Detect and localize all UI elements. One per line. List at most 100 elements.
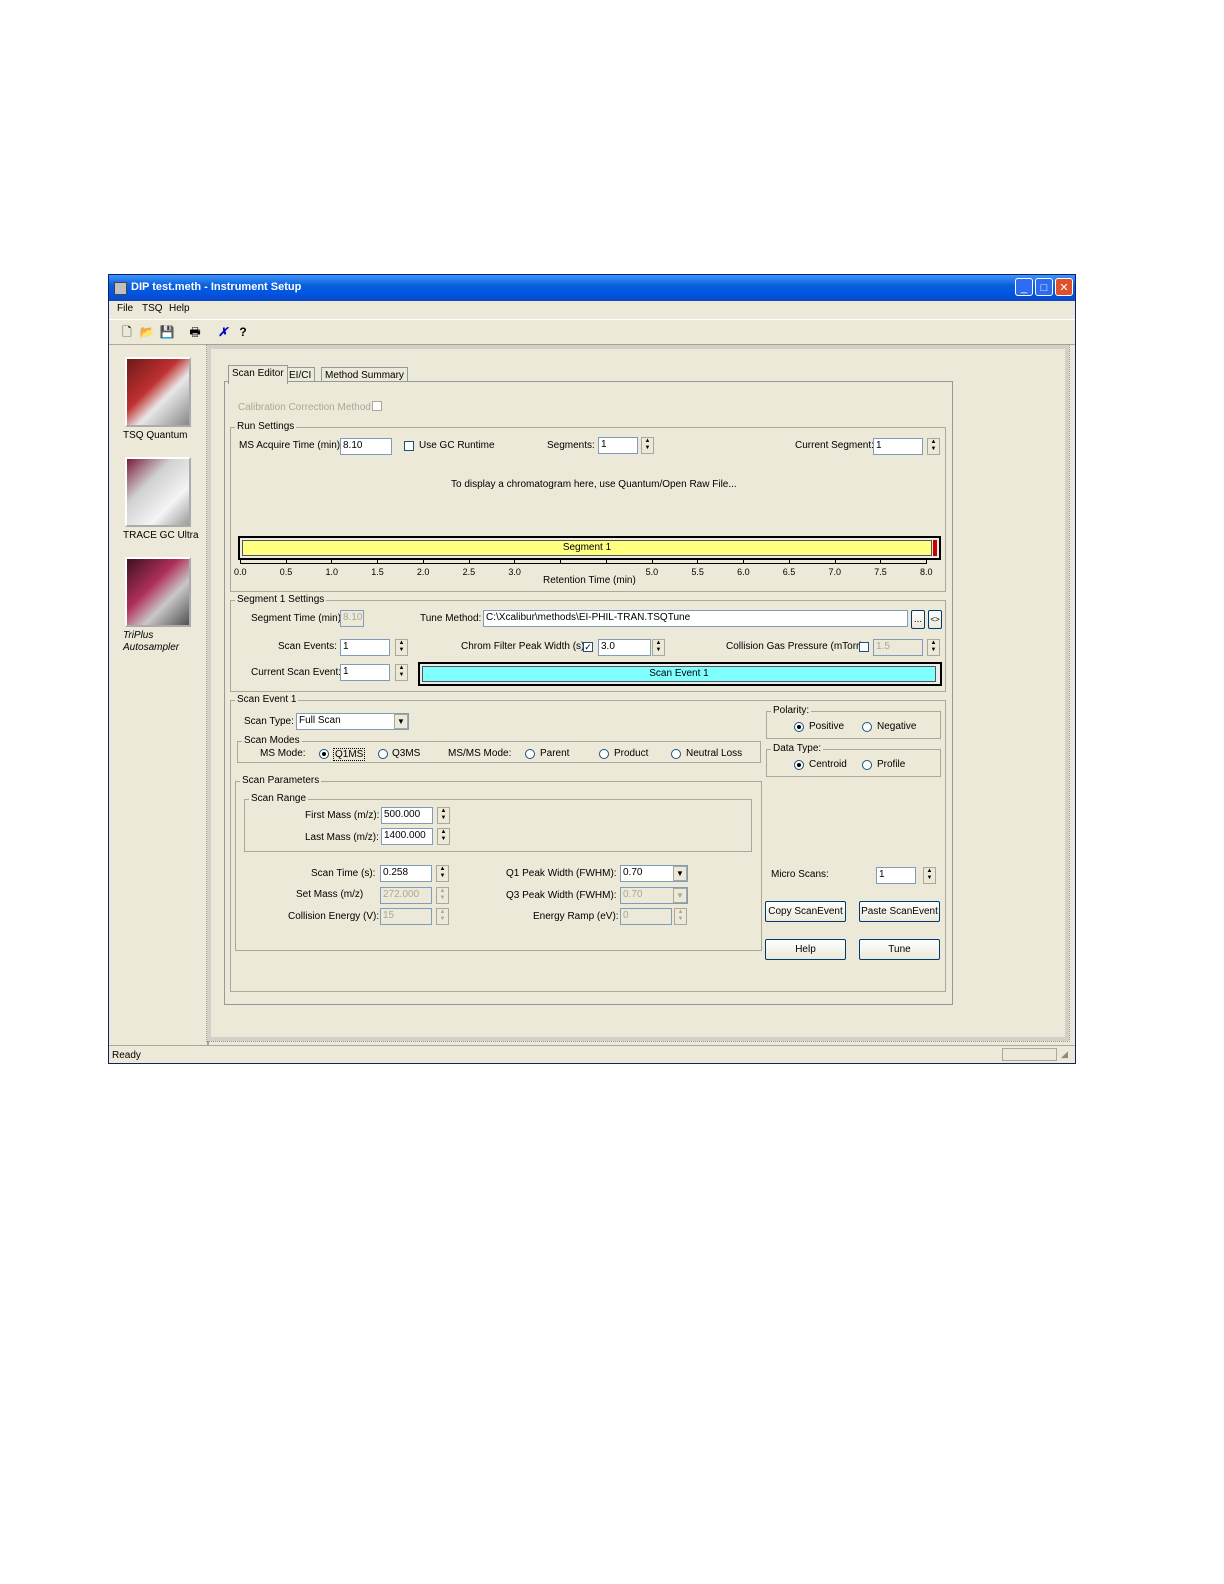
- chevron-down-icon[interactable]: ▼: [673, 866, 687, 881]
- ms-acquire-input[interactable]: 8.10: [340, 438, 392, 455]
- minimize-icon[interactable]: _: [1015, 278, 1033, 296]
- instrument-panel: TSQ Quantum TRACE GC Ultra TriPlus Autos…: [111, 345, 209, 1045]
- collision-gas-spinner[interactable]: ▲ ▼: [927, 639, 940, 656]
- centroid-radio[interactable]: [794, 760, 804, 770]
- triplus-image[interactable]: [125, 557, 191, 627]
- tab-scan-editor[interactable]: Scan Editor: [228, 365, 288, 384]
- segment-time-label: Segment Time (min):: [251, 613, 344, 624]
- product-radio[interactable]: [599, 749, 609, 759]
- time-axis-line: [240, 563, 926, 564]
- energy-ramp-label: Energy Ramp (eV):: [533, 911, 619, 922]
- q3-peak-width-label: Q3 Peak Width (FWHM):: [506, 890, 617, 901]
- collision-energy-input[interactable]: 15: [380, 908, 432, 925]
- collision-gas-checkbox[interactable]: [859, 642, 869, 652]
- chrom-filter-checkbox[interactable]: ✓: [583, 642, 593, 652]
- help-button[interactable]: Help: [765, 939, 846, 960]
- scan-events-input[interactable]: 1: [340, 639, 390, 656]
- scan-time-spinner[interactable]: ▲ ▼: [436, 865, 449, 882]
- q3-peak-width-select[interactable]: 0.70 ▼: [620, 887, 688, 904]
- segment-1-bar[interactable]: Segment 1: [242, 540, 932, 556]
- first-mass-spinner[interactable]: ▲ ▼: [437, 807, 450, 824]
- time-axis-tick-label: 0.0: [234, 567, 247, 577]
- positive-radio[interactable]: [794, 722, 804, 732]
- maximize-icon[interactable]: □: [1035, 278, 1053, 296]
- chevron-down-icon[interactable]: ▼: [673, 888, 687, 903]
- current-scan-event-spinner[interactable]: ▲ ▼: [395, 664, 408, 681]
- set-mass-spinner[interactable]: ▲ ▼: [436, 887, 449, 904]
- tune-button[interactable]: Tune: [859, 939, 940, 960]
- tune-method-browse-button[interactable]: ...: [911, 610, 925, 629]
- menu-help[interactable]: Help: [169, 303, 190, 314]
- tune-method-input[interactable]: C:\Xcalibur\methods\EI-PHIL-TRAN.TSQTune: [483, 610, 908, 627]
- energy-ramp-input[interactable]: 0: [620, 908, 672, 925]
- calibration-label: Calibration Correction Method: [238, 402, 371, 413]
- time-axis-tick: [880, 559, 882, 564]
- calibration-checkbox[interactable]: [372, 401, 382, 411]
- collision-gas-input[interactable]: 1.5: [873, 639, 923, 656]
- current-segment-spinner[interactable]: ▲ ▼: [927, 438, 940, 455]
- open-folder-icon[interactable]: 📂: [139, 324, 155, 340]
- polarity-group: Polarity: Positive Negative: [766, 705, 941, 739]
- menu-tsq[interactable]: TSQ: [142, 303, 163, 314]
- time-axis-tick-label: 7.0: [828, 567, 842, 577]
- time-axis-tick-label: 1.5: [371, 567, 384, 577]
- chromatogram-message: To display a chromatogram here, use Quan…: [451, 479, 737, 490]
- segments-spinner[interactable]: ▲ ▼: [641, 437, 654, 454]
- title-bar[interactable]: DIP test.meth - Instrument Setup _ □ ✕: [109, 275, 1075, 301]
- time-axis-tick: [331, 559, 333, 564]
- chrom-filter-spinner[interactable]: ▲ ▼: [652, 639, 665, 656]
- paste-scan-event-button[interactable]: Paste ScanEvent: [859, 901, 940, 922]
- scan-type-select[interactable]: Full Scan ▼: [296, 713, 409, 730]
- time-axis-tick: [422, 559, 424, 564]
- use-gc-runtime-label: Use GC Runtime: [419, 440, 495, 451]
- last-mass-spinner[interactable]: ▲ ▼: [437, 828, 450, 845]
- copy-scan-event-button[interactable]: Copy ScanEvent: [765, 901, 846, 922]
- last-mass-input[interactable]: 1400.000: [381, 828, 433, 845]
- scan-time-input[interactable]: 0.258: [380, 865, 432, 882]
- q1-peak-width-select[interactable]: 0.70 ▼: [620, 865, 688, 882]
- current-segment-input[interactable]: 1: [873, 438, 923, 455]
- cut-icon[interactable]: ✗: [215, 324, 231, 340]
- scan-type-value: Full Scan: [299, 715, 341, 726]
- set-mass-input[interactable]: 272.000: [380, 887, 432, 904]
- energy-ramp-spinner[interactable]: ▲ ▼: [674, 908, 687, 925]
- neutral-loss-radio[interactable]: [671, 749, 681, 759]
- new-document-icon[interactable]: 🗋: [119, 324, 135, 340]
- app-icon: [114, 282, 127, 295]
- resize-grip-icon[interactable]: ◢: [1061, 1049, 1068, 1060]
- segment-settings-group: Segment 1 Settings Segment Time (min): 8…: [230, 594, 946, 692]
- profile-radio[interactable]: [862, 760, 872, 770]
- tune-method-open-button[interactable]: <>: [928, 610, 942, 629]
- negative-radio[interactable]: [862, 722, 872, 732]
- menu-file[interactable]: File: [117, 303, 133, 314]
- parent-radio[interactable]: [525, 749, 535, 759]
- save-icon[interactable]: 💾: [159, 324, 175, 340]
- positive-label: Positive: [809, 721, 845, 732]
- segment-bar-frame: Segment 1: [238, 536, 941, 560]
- chrom-filter-input[interactable]: 3.0: [598, 639, 651, 656]
- segments-input[interactable]: 1: [598, 437, 638, 454]
- time-axis-tick: [560, 559, 562, 564]
- chevron-down-icon[interactable]: ▼: [394, 714, 408, 729]
- profile-label: Profile: [877, 759, 906, 770]
- micro-scans-input[interactable]: 1: [876, 867, 916, 884]
- q3ms-radio[interactable]: [378, 749, 388, 759]
- time-axis-tick: [788, 559, 790, 564]
- scan-events-spinner[interactable]: ▲ ▼: [395, 639, 408, 656]
- current-scan-event-input[interactable]: 1: [340, 664, 390, 681]
- q1ms-radio[interactable]: [319, 749, 329, 759]
- micro-scans-spinner[interactable]: ▲ ▼: [923, 867, 936, 884]
- printer-icon[interactable]: 🖶: [187, 324, 203, 340]
- segment-end-marker[interactable]: [933, 540, 937, 556]
- help-icon[interactable]: ?: [235, 324, 251, 340]
- tsq-quantum-image[interactable]: [125, 357, 191, 427]
- trace-gc-image[interactable]: [125, 457, 191, 527]
- first-mass-input[interactable]: 500.000: [381, 807, 433, 824]
- scan-editor-panel: Calibration Correction Method Run Settin…: [224, 381, 953, 1005]
- scan-event-1-bar[interactable]: Scan Event 1: [422, 666, 936, 682]
- collision-energy-spinner[interactable]: ▲ ▼: [436, 908, 449, 925]
- close-icon[interactable]: ✕: [1055, 278, 1073, 296]
- window-title: DIP test.meth - Instrument Setup: [131, 281, 302, 293]
- use-gc-runtime-checkbox[interactable]: [404, 441, 414, 451]
- segment-time-input[interactable]: 8.10: [340, 610, 364, 627]
